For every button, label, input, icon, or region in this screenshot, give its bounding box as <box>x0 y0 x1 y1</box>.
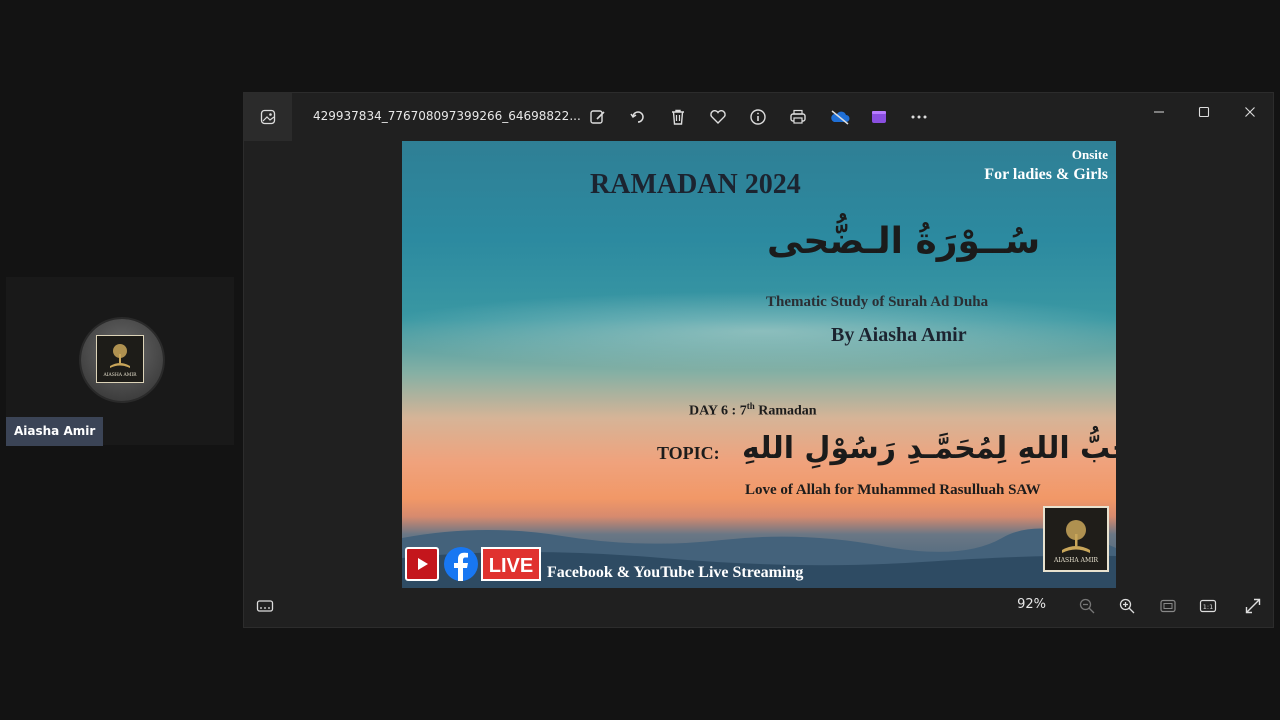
zoom-out-button[interactable] <box>1076 595 1098 617</box>
topic-label: TOPIC: <box>657 443 720 463</box>
edit-icon <box>590 110 605 124</box>
title-bar: 429937834_776708097399266_64698822... <box>244 93 1273 141</box>
poster-logo: AIASHA AMIR <box>1043 506 1109 572</box>
audience-label: For ladies & Girls <box>984 166 1108 183</box>
filmstrip-button[interactable] <box>254 595 276 617</box>
file-name: 429937834_776708097399266_64698822... <box>313 109 581 123</box>
photos-app-icon[interactable] <box>244 93 292 141</box>
poster-title: RAMADAN 2024 <box>590 169 801 200</box>
displayed-image: RAMADAN 2024 Onsite For ladies & Girls س… <box>402 141 1116 588</box>
svg-text:AIASHA AMIR: AIASHA AMIR <box>103 372 138 378</box>
tree-logo-icon: AIASHA AMIR <box>103 344 138 378</box>
tree-logo-icon: AIASHA AMIR <box>1053 520 1098 564</box>
facebook-icon <box>454 552 468 581</box>
clipchamp-icon <box>872 111 886 123</box>
expand-icon <box>1245 598 1261 614</box>
delete-button[interactable] <box>667 106 689 128</box>
clipchamp-button[interactable] <box>868 106 890 128</box>
zoom-level: 92% <box>1017 597 1046 612</box>
close-button[interactable] <box>1230 99 1270 125</box>
youtube-logo <box>405 547 439 581</box>
favorite-icon <box>710 110 726 124</box>
filmstrip-icon <box>256 600 274 612</box>
participant-name-tag: Aiasha Amir <box>6 417 104 446</box>
edit-image-button[interactable] <box>587 106 609 128</box>
fit-window-icon <box>1160 599 1176 613</box>
streaming-label: Facebook & YouTube Live Streaming <box>547 564 804 581</box>
fit-to-window-button[interactable] <box>1157 595 1179 617</box>
live-badge: LIVE <box>481 547 541 581</box>
more-icon <box>911 115 927 119</box>
poster-author: By Aiasha Amir <box>831 324 967 346</box>
actual-size-icon: 1:1 <box>1199 599 1217 613</box>
print-icon <box>790 109 806 124</box>
zoom-in-button[interactable] <box>1116 595 1138 617</box>
rotate-button[interactable] <box>627 106 649 128</box>
avatar-logo: AIASHA AMIR <box>96 335 144 383</box>
favorite-button[interactable] <box>707 106 729 128</box>
actual-size-button[interactable]: 1:1 <box>1197 595 1219 617</box>
onsite-label: Onsite <box>1071 147 1108 162</box>
minimize-button[interactable] <box>1139 99 1179 125</box>
topic-arabic: حُبُّ اللهِ لِمُحَمَّـدِ رَسُوْلِ اللهِ <box>742 431 1116 466</box>
onedrive-button[interactable] <box>828 106 852 128</box>
bottom-bar: 92% 1:1 <box>244 587 1273 627</box>
participant-avatar: AIASHA AMIR <box>81 319 163 401</box>
youtube-icon <box>418 558 428 570</box>
print-button[interactable] <box>787 106 809 128</box>
arabic-surah-title: سُــوْرَةُ الـضُّحى <box>767 221 1041 262</box>
svg-text:AIASHA AMIR: AIASHA AMIR <box>1053 557 1098 564</box>
rotate-icon <box>630 111 644 123</box>
facebook-logo <box>444 547 478 581</box>
photos-window: 429937834_776708097399266_64698822... RA… <box>243 92 1274 628</box>
zoom-in-icon <box>1119 598 1135 614</box>
info-button[interactable] <box>747 106 769 128</box>
onedrive-icon <box>831 110 850 125</box>
full-screen-button[interactable] <box>1242 595 1264 617</box>
maximize-button[interactable] <box>1184 99 1224 125</box>
zoom-out-icon <box>1079 598 1095 614</box>
topic-english: Love of Allah for Muhammed Rasulluah SAW <box>745 482 1041 498</box>
day-label: DAY 6 : 7th Ramadan <box>689 401 817 419</box>
close-icon <box>1245 107 1255 117</box>
poster-subtitle: Thematic Study of Surah Ad Duha <box>766 294 989 310</box>
maximize-icon <box>1198 106 1210 118</box>
cloud-band <box>402 291 1116 371</box>
delete-icon <box>672 109 684 125</box>
info-icon <box>750 109 766 125</box>
more-options-button[interactable] <box>908 106 930 128</box>
svg-text:1:1: 1:1 <box>1203 603 1213 611</box>
minimize-icon <box>1154 111 1164 113</box>
